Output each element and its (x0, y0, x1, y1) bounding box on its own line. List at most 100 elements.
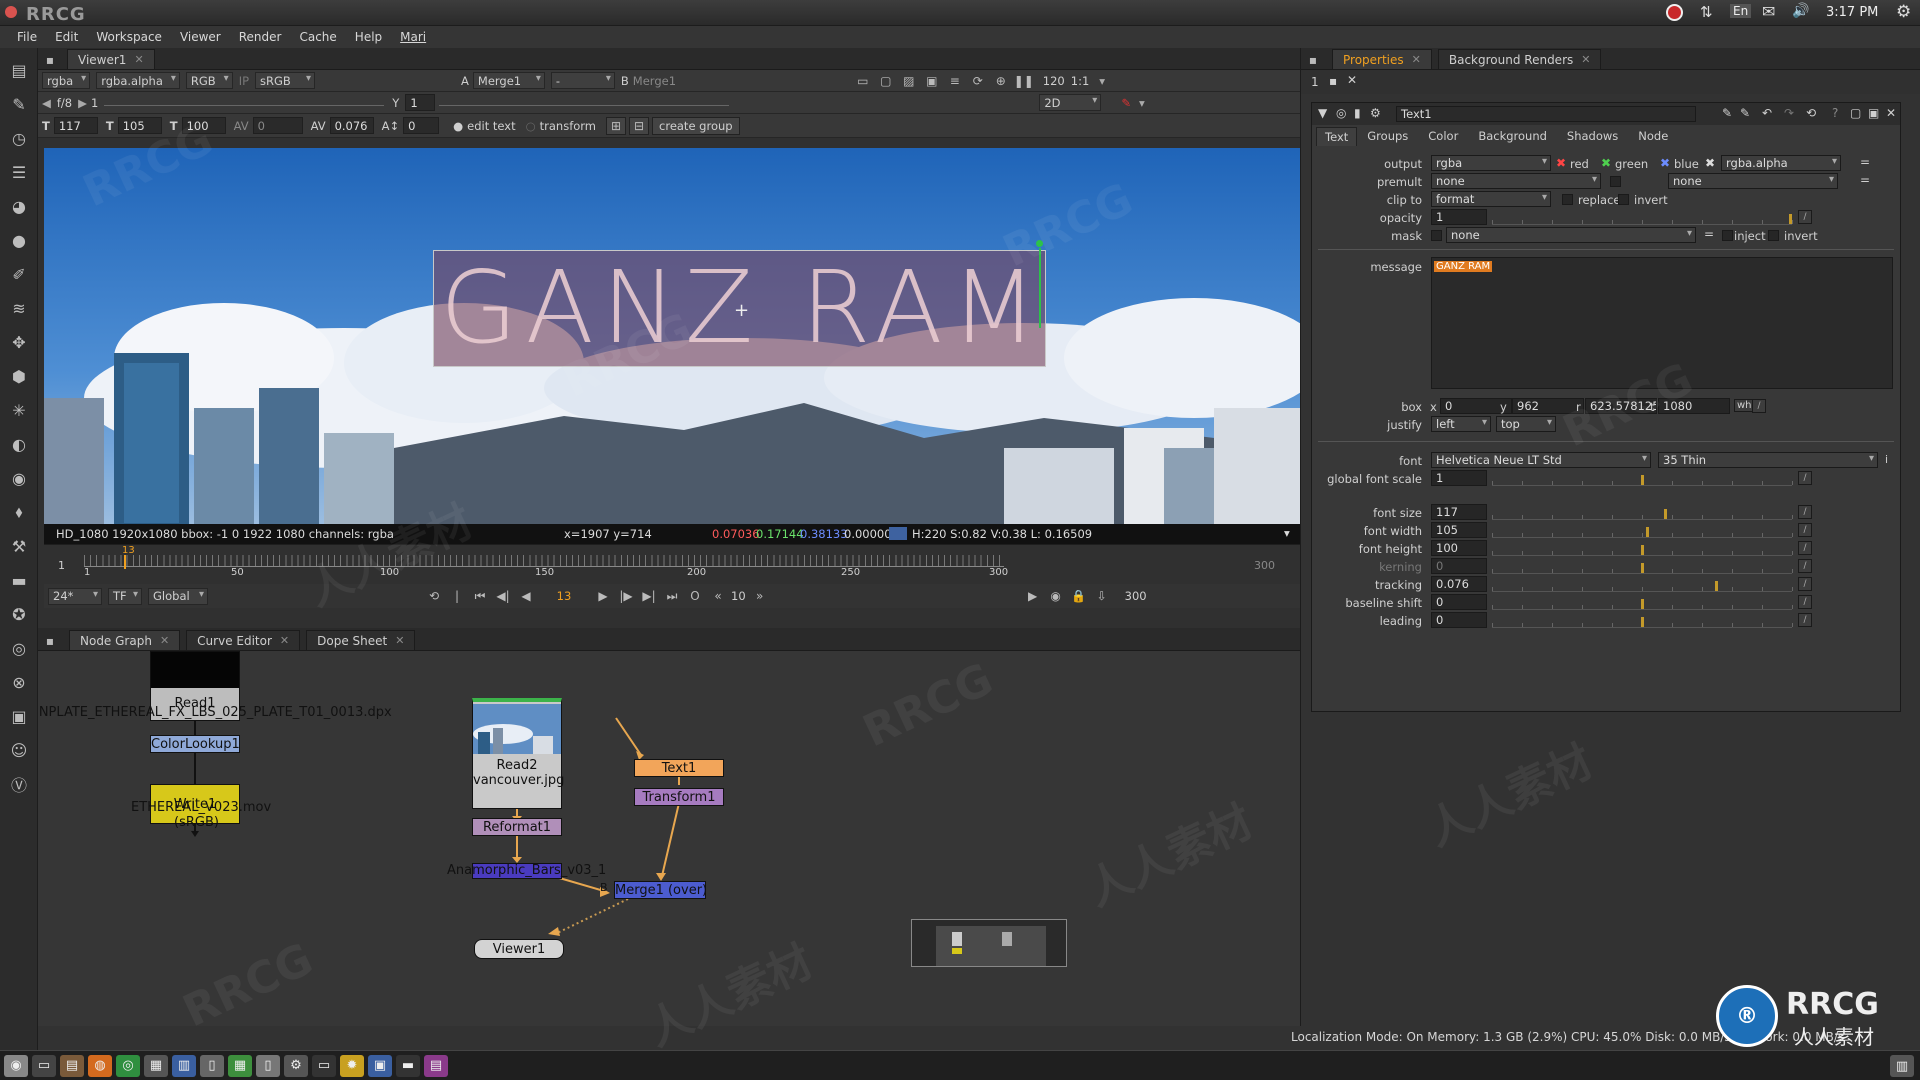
ip-toggle[interactable]: IP (239, 74, 249, 88)
windows-icon[interactable]: ▣ (368, 1054, 392, 1077)
timecode-dropdown[interactable]: TF (108, 587, 142, 605)
tool-font-width[interactable]: 105 (117, 117, 162, 134)
settings-icon[interactable]: ⚙ (284, 1054, 308, 1077)
pause-icon[interactable]: ❚❚ (1014, 72, 1034, 90)
close-icon[interactable]: ✕ (280, 634, 289, 647)
monitor-icon[interactable]: ▭ (312, 1054, 336, 1077)
lock-panel-icon[interactable]: ▪ (1329, 74, 1337, 88)
curve-icon[interactable]: ∕ (1798, 613, 1812, 627)
out-frame[interactable]: 300 (1125, 589, 1147, 603)
calculator-icon[interactable]: ▦ (144, 1054, 168, 1077)
curve-icon[interactable]: ∕ (1798, 559, 1812, 573)
menu-cache[interactable]: Cache (290, 30, 345, 44)
node-viewer1[interactable]: Viewer1 (474, 939, 564, 959)
chevron-down-icon[interactable]: ▾ (1099, 74, 1105, 88)
a-input-dropdown[interactable]: Merge1 (472, 72, 545, 89)
terminal2-icon[interactable]: ▬ (396, 1054, 420, 1077)
fontsize-field[interactable]: 117 (1431, 504, 1487, 520)
filter-icon[interactable]: ● (7, 228, 31, 252)
leading-field[interactable]: 0 (1431, 612, 1487, 628)
tab-curve-editor[interactable]: Curve Editor ✕ (186, 630, 301, 650)
font-style-dropdown[interactable]: 35 Thin (1658, 452, 1878, 468)
lines-icon[interactable]: ≡ (945, 72, 965, 90)
clipto-dropdown[interactable]: format (1431, 191, 1551, 207)
replace-checkbox[interactable] (1562, 194, 1573, 205)
close-icon[interactable]: ✕ (1581, 53, 1590, 66)
person-icon[interactable]: ☺ (7, 738, 31, 762)
image-icon[interactable]: ▤ (7, 58, 31, 82)
justify-v-dropdown[interactable]: top (1496, 416, 1556, 432)
playhead[interactable] (124, 555, 126, 569)
zoom-ratio[interactable]: 1:1 (1071, 74, 1090, 88)
justify-h-dropdown[interactable]: left (1431, 416, 1491, 432)
firefox-icon[interactable]: ◍ (88, 1054, 112, 1077)
undo-icon[interactable]: ↶ (1762, 106, 1772, 120)
record-frame-icon[interactable]: ◉ (1046, 587, 1066, 605)
lock-icon[interactable]: 🔒 (1069, 587, 1089, 605)
document-icon[interactable]: ▯ (200, 1054, 224, 1077)
views-icon[interactable]: ◉ (7, 466, 31, 490)
furnace-icon[interactable]: ✪ (7, 602, 31, 626)
premult2-dropdown[interactable]: none (1668, 173, 1838, 189)
node-name-field[interactable]: Text1 (1396, 106, 1696, 122)
leading-slider[interactable] (1492, 612, 1793, 628)
tool-tracking[interactable]: 0.076 (329, 117, 374, 134)
node-graph-minimap[interactable] (911, 919, 1067, 967)
plugin-v-icon[interactable]: Ⓥ (7, 772, 31, 796)
first-frame-icon[interactable]: ⏮ (470, 587, 490, 605)
node-colorlookup1[interactable]: ColorLookup1 (150, 735, 240, 753)
kerning-slider[interactable] (1492, 558, 1793, 574)
slider-knob[interactable] (1640, 599, 1644, 609)
fstop-value[interactable]: f/8 (57, 96, 72, 110)
fontsize-slider[interactable] (1492, 504, 1793, 520)
view-mode-dropdown[interactable]: 2D (1039, 94, 1102, 111)
message-textarea[interactable]: GANZ RAM (1431, 257, 1893, 389)
tool-kerning[interactable]: 0 (252, 117, 303, 134)
node-reformat1[interactable]: Reformat1 (472, 818, 562, 836)
display-dropdown[interactable]: RGB (185, 72, 233, 89)
step-back-icon[interactable]: « (708, 587, 728, 605)
alpha-dropdown[interactable]: rgba.alpha (96, 72, 180, 89)
close-icon[interactable]: ✕ (1886, 106, 1896, 120)
network-icon[interactable]: ⇅ (1700, 3, 1713, 21)
proxy-icon[interactable]: ⊕ (991, 72, 1011, 90)
files-icon[interactable]: ▤ (60, 1054, 84, 1077)
tracking-slider[interactable] (1492, 576, 1793, 592)
node-text1[interactable]: Text1 (634, 759, 724, 777)
menu-mari[interactable]: Mari (391, 30, 435, 44)
slider-knob[interactable] (1664, 509, 1668, 519)
menu-help[interactable]: Help (346, 30, 391, 44)
ocula-icon[interactable]: ◎ (7, 636, 31, 660)
box-t-field[interactable]: 1080 (1658, 398, 1730, 414)
curve-icon[interactable]: ∕ (1798, 523, 1812, 537)
slider-knob[interactable] (1646, 527, 1650, 537)
fontheight-slider[interactable] (1492, 540, 1793, 556)
opacity-slider[interactable] (1492, 209, 1793, 225)
node-graph-canvas[interactable]: Read1 INPLATE_ETHEREAL_FX_LBS_025_PLATE_… (38, 651, 1300, 1050)
clear-panels-icon[interactable]: ✕ (1347, 73, 1357, 87)
tab-properties[interactable]: Properties ✕ (1332, 49, 1432, 69)
particles-icon[interactable]: ✳ (7, 398, 31, 422)
play-left-icon[interactable]: ◀ (42, 96, 51, 110)
gamma-slider[interactable] (439, 100, 730, 106)
tab-node-graph[interactable]: Node Graph ✕ (69, 630, 181, 650)
zoom-level[interactable]: 120 (1043, 74, 1065, 88)
chrome-icon[interactable]: ◎ (116, 1054, 140, 1077)
mask-checkbox[interactable] (1431, 230, 1442, 241)
link-icon[interactable]: = (1860, 173, 1870, 187)
menu-render[interactable]: Render (230, 30, 291, 44)
subtab-groups[interactable]: Groups (1357, 127, 1418, 145)
fontheight-field[interactable]: 100 (1431, 540, 1487, 556)
export-icon[interactable]: ⇩ (1092, 587, 1112, 605)
max-panels-value[interactable]: 1 (1311, 75, 1319, 89)
close-icon[interactable]: ✕ (395, 634, 404, 647)
color-swatch-icon[interactable]: ▮ (1354, 106, 1361, 120)
deep-icon[interactable]: ◐ (7, 432, 31, 456)
inject-checkbox[interactable] (1722, 230, 1733, 241)
curve-icon[interactable]: ∕ (1798, 595, 1812, 609)
float-icon[interactable]: ▢ (1850, 106, 1861, 120)
wipe-icon[interactable]: ▨ (899, 72, 919, 90)
subtab-text[interactable]: Text (1316, 126, 1358, 146)
slider-knob[interactable] (1640, 563, 1644, 573)
curve-icon[interactable]: ∕ (1798, 210, 1812, 224)
